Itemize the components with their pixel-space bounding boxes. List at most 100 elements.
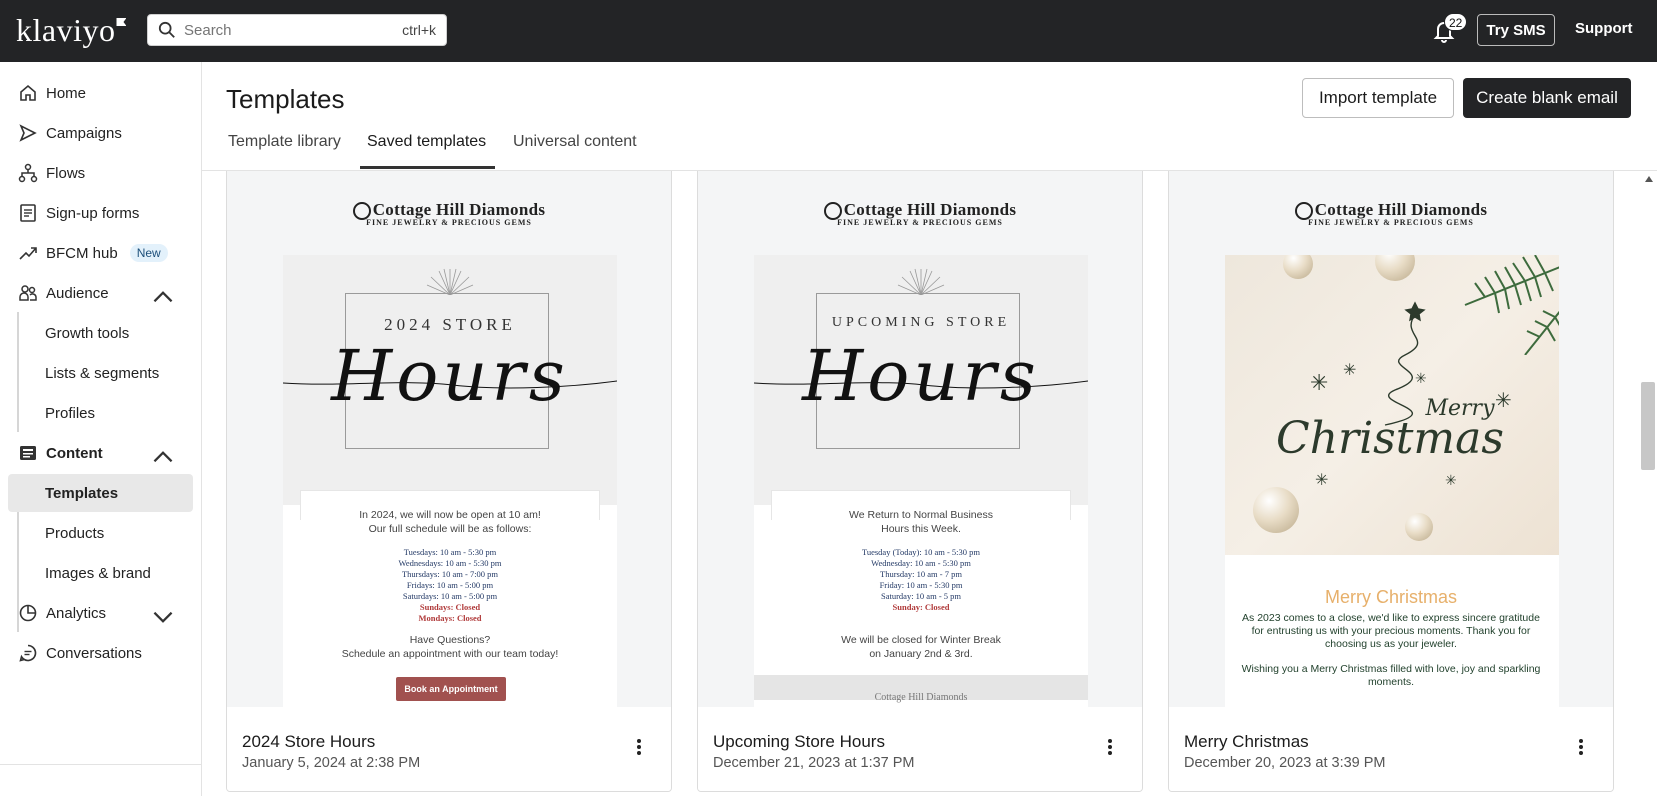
sidebar-item-images-brand[interactable]: Images & brand [8, 554, 193, 592]
sidebar-item-signup-forms[interactable]: Sign-up forms [8, 194, 193, 232]
page-title: Templates [226, 84, 345, 114]
template-preview[interactable]: Cottage Hill Diamonds FINE JEWELRY & PREC… [227, 171, 671, 707]
try-sms-button[interactable]: Try SMS [1477, 14, 1555, 46]
sidebar-item-label: Content [46, 444, 103, 462]
template-card[interactable]: Cottage Hill Diamonds FINE JEWELRY & PREC… [697, 171, 1143, 792]
templates-grid: Cottage Hill Diamonds FINE JEWELRY & PREC… [202, 171, 1642, 796]
ornament-icon [1283, 255, 1313, 279]
schedule-line: Saturday: 10 am - 5 pm [880, 591, 962, 601]
sidebar-item-bfcm-hub[interactable]: BFCM hub New [8, 234, 193, 272]
sidebar-item-campaigns[interactable]: Campaigns [8, 114, 193, 152]
schedule-line: Wednesday: 10 am - 5:30 pm [871, 558, 971, 568]
template-card[interactable]: Cottage Hill Diamonds FINE JEWELRY & PREC… [1168, 171, 1614, 792]
sidebar-item-home[interactable]: Home [8, 74, 193, 112]
sidebar-item-label: BFCM hub [46, 244, 118, 262]
brand-tagline: FINE JEWELRY & PRECIOUS GEMS [366, 218, 532, 228]
schedule-closed-line: Mondays: Closed [418, 613, 482, 623]
brand-logo: Cottage Hill Diamonds FINE JEWELRY & PREC… [227, 200, 671, 227]
search-shortcut: ctrl+k [402, 22, 436, 38]
sidebar-item-content[interactable]: Content [8, 434, 193, 472]
logo-text: klaviyo [16, 12, 116, 48]
sidebar-item-label: Audience [46, 284, 109, 302]
sidebar-item-lists-segments[interactable]: Lists & segments [8, 354, 193, 392]
search-input[interactable] [184, 21, 403, 39]
hero-image: UPCOMING STORE Hours We Return to Normal… [754, 255, 1088, 707]
sidebar-item-label: Campaigns [46, 124, 122, 142]
sidebar-item-label: Analytics [46, 604, 107, 622]
ornament-icon [1405, 513, 1433, 541]
hero-image: 2024 STORE Hours In 2024, we will now be… [283, 255, 617, 707]
brand-name: Cottage Hill Diamonds [1314, 200, 1488, 219]
brand-tagline: FINE JEWELRY & PRECIOUS GEMS [837, 218, 1003, 228]
body-text: Our full schedule will be as follows: [368, 523, 532, 535]
sidebar-item-templates[interactable]: Templates [8, 474, 193, 512]
logo-flag-icon [116, 18, 127, 26]
body-text: Have Questions? [409, 634, 491, 646]
template-card[interactable]: Cottage Hill Diamonds FINE JEWELRY & PREC… [226, 171, 672, 792]
more-options-icon[interactable] [1102, 737, 1118, 759]
template-preview[interactable]: Cottage Hill Diamonds FINE JEWELRY & PREC… [1169, 171, 1613, 707]
schedule-line: Thursdays: 10 am - 7:00 pm [401, 569, 499, 579]
brand-logo: Cottage Hill Diamonds FINE JEWELRY & PREC… [698, 200, 1142, 227]
hero-kicker: 2024 STORE [384, 315, 516, 334]
christmas-tree-icon: ChristmasMerry✳ ✳✳✳✳ ✳ [1276, 301, 1512, 489]
scroll-up-arrow-icon[interactable] [1645, 176, 1653, 182]
sidebar-item-flows[interactable]: Flows [8, 154, 193, 192]
import-template-button[interactable]: Import template [1302, 78, 1454, 118]
sunburst-icon [426, 268, 474, 295]
tab-saved-templates[interactable]: Saved templates [367, 133, 486, 151]
sidebar-item-conversations[interactable]: Conversations [8, 634, 193, 672]
chevron-up-icon[interactable] [153, 447, 173, 467]
template-preview[interactable]: Cottage Hill Diamonds FINE JEWELRY & PREC… [698, 171, 1142, 707]
sidebar-item-growth-tools[interactable]: Growth tools [8, 314, 193, 352]
sidebar-item-label: Lists & segments [45, 364, 160, 382]
hero-merry-text: Merry [1424, 396, 1495, 421]
swoosh-line [754, 380, 1088, 389]
more-options-icon[interactable] [631, 737, 647, 759]
svg-text:✳: ✳ [1495, 390, 1512, 412]
card-footer: Merry Christmas December 20, 2023 at 3:3… [1169, 707, 1613, 791]
schedule-closed-line: Sunday: Closed [892, 602, 950, 612]
create-blank-email-button[interactable]: Create blank email [1463, 78, 1631, 118]
sidebar-item-label: Products [45, 524, 105, 542]
more-options-icon[interactable] [1573, 737, 1589, 759]
notification-count-badge: 22 [1444, 13, 1468, 31]
body-text: In 2024, we will now be open at 10 am! [359, 509, 541, 521]
sidebar-item-label: Sign-up forms [46, 204, 140, 222]
people-icon [19, 285, 37, 301]
chevron-up-icon[interactable] [153, 287, 173, 307]
chevron-down-icon[interactable] [153, 607, 173, 627]
schedule-closed-line: Sundays: Closed [419, 602, 481, 612]
tab-universal-content[interactable]: Universal content [513, 133, 637, 151]
support-link[interactable]: Support [1575, 20, 1633, 37]
sidebar-item-audience[interactable]: Audience [8, 274, 193, 312]
scrollbar-track[interactable] [1640, 171, 1657, 796]
template-title[interactable]: Upcoming Store Hours [713, 732, 885, 752]
search-box[interactable]: ctrl+k [147, 14, 447, 46]
schedule-line: Saturdays: 10 am - 5:00 pm [402, 591, 498, 601]
sidebar-item-products[interactable]: Products [8, 514, 193, 552]
brand-logo: Cottage Hill Diamonds FINE JEWELRY & PREC… [1169, 200, 1613, 227]
template-title[interactable]: 2024 Store Hours [242, 732, 375, 752]
card-footer: Upcoming Store Hours December 21, 2023 a… [698, 707, 1142, 791]
email-body: We Return to Normal Business Hours this … [754, 490, 1088, 707]
svg-text:✳: ✳ [1310, 370, 1328, 395]
card-footer: 2024 Store Hours January 5, 2024 at 2:38… [227, 707, 671, 791]
sidebar-item-label: Conversations [46, 644, 142, 662]
email-footer: Cottage Hill Diamonds [754, 675, 1088, 703]
trend-icon [19, 247, 37, 260]
scrollbar-thumb[interactable] [1641, 382, 1655, 470]
book-appointment-button: Book an Appointment [396, 677, 506, 701]
klaviyo-logo[interactable]: klaviyo [16, 12, 127, 49]
sidebar: Home Campaigns Flows Sign-up forms BFCM … [0, 62, 202, 796]
tab-template-library[interactable]: Template library [228, 133, 341, 151]
body-text: Wishing you a Merry Christmas filled wit… [1241, 663, 1541, 688]
christmas-hero-image: Christmas Merry ✳ ✳ ✳ ✳ ✳ ✳ [1225, 255, 1559, 555]
template-title[interactable]: Merry Christmas [1184, 732, 1309, 752]
template-date: January 5, 2024 at 2:38 PM [242, 755, 421, 771]
sidebar-item-profiles[interactable]: Profiles [8, 394, 193, 432]
schedule-line: Tuesday (Today): 10 am - 5:30 pm [861, 547, 981, 557]
sidebar-item-analytics[interactable]: Analytics [8, 594, 193, 632]
body-text: Schedule an appointment with our team to… [341, 648, 559, 660]
home-icon [20, 84, 36, 101]
